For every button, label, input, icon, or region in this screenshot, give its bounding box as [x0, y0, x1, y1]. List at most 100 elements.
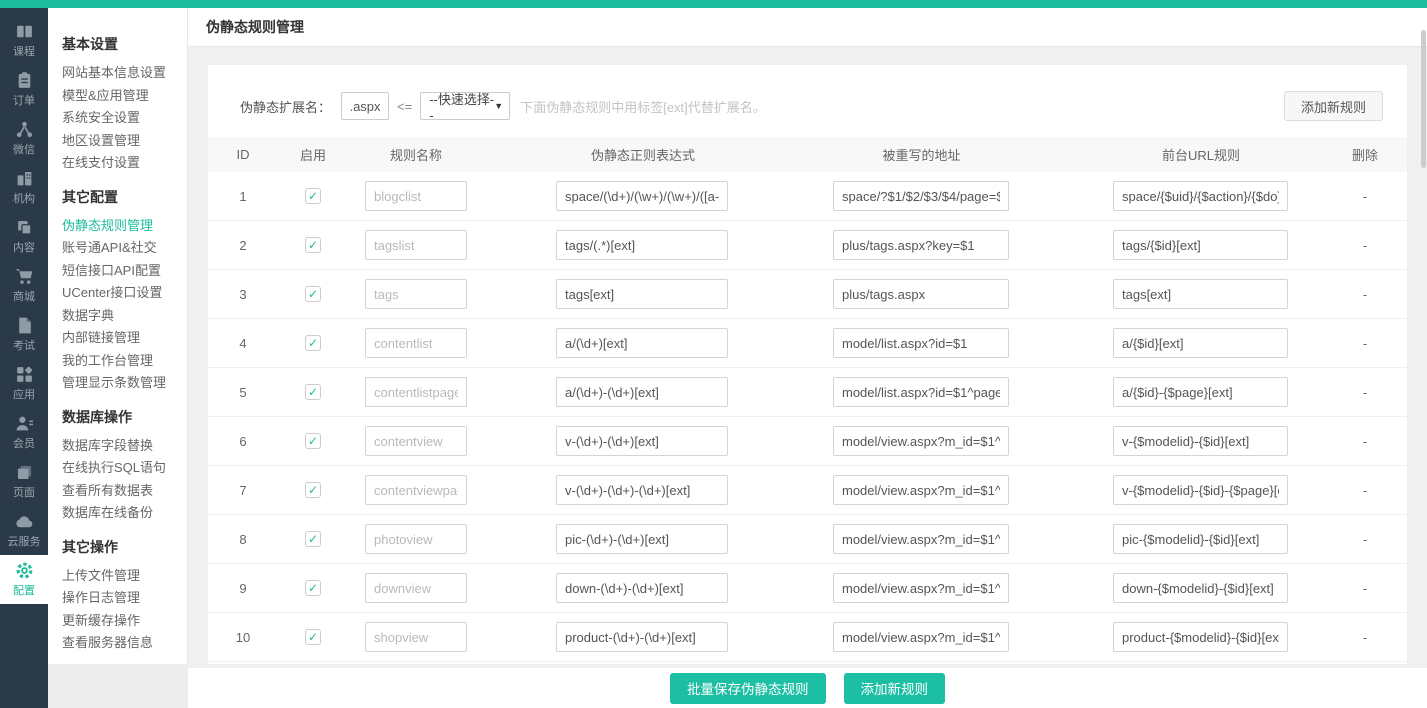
rule-url-input[interactable] — [1113, 230, 1288, 260]
menu-item-account-api-social[interactable]: 账号通API&社交 — [62, 237, 187, 260]
apps-icon — [15, 365, 34, 384]
rule-name-input[interactable] — [365, 230, 467, 260]
rule-regex-input[interactable] — [556, 181, 728, 211]
rule-rewrite-input[interactable] — [833, 622, 1009, 652]
sidebar-item-apps[interactable]: 应用 — [0, 359, 48, 408]
sidebar-item-pages[interactable]: 页面 — [0, 457, 48, 506]
rules-toolbar: 伪静态扩展名： <= --快速选择-- ▼ 下面伪静态规则中用标签[ext]代替… — [208, 65, 1407, 137]
sidebar-item-courses[interactable]: 课程 — [0, 16, 48, 65]
batch-save-button[interactable]: 批量保存伪静态规则 — [670, 673, 826, 704]
add-rule-button-bottom[interactable]: 添加新规则 — [844, 673, 946, 704]
enabled-checkbox[interactable] — [305, 580, 321, 596]
sidebar-item-wechat[interactable]: 微信 — [0, 114, 48, 163]
rule-rewrite-input[interactable] — [833, 181, 1009, 211]
sidebar-item-config[interactable]: 配置 — [0, 555, 48, 604]
rule-url-input[interactable] — [1113, 426, 1288, 456]
menu-item-operation-logs[interactable]: 操作日志管理 — [62, 587, 187, 610]
menu-item-server-info[interactable]: 查看服务器信息 — [62, 632, 187, 655]
rule-url-input[interactable] — [1113, 475, 1288, 505]
enabled-checkbox[interactable] — [305, 286, 321, 302]
menu-item-system-security[interactable]: 系统安全设置 — [62, 107, 187, 130]
rule-url-input[interactable] — [1113, 524, 1288, 554]
sidebar-item-orders[interactable]: 订单 — [0, 65, 48, 114]
rule-regex-input[interactable] — [556, 328, 728, 358]
rule-name-input[interactable] — [365, 328, 467, 358]
menu-item-display-count[interactable]: 管理显示条数管理 — [62, 372, 187, 395]
rule-name-input[interactable] — [365, 377, 467, 407]
rule-url-input[interactable] — [1113, 377, 1288, 407]
rule-rewrite-input[interactable] — [833, 426, 1009, 456]
rule-url-input[interactable] — [1113, 279, 1288, 309]
sidebar-item-cloud-services[interactable]: 云服务 — [0, 506, 48, 555]
rule-rewrite-input[interactable] — [833, 524, 1009, 554]
rule-name-input[interactable] — [365, 573, 467, 603]
menu-item-pseudo-static-rules[interactable]: 伪静态规则管理 — [62, 215, 187, 238]
sidebar-item-mall[interactable]: 商城 — [0, 261, 48, 310]
rule-regex-input[interactable] — [556, 426, 728, 456]
rule-rewrite-input[interactable] — [833, 328, 1009, 358]
menu-item-internal-links[interactable]: 内部链接管理 — [62, 327, 187, 350]
menu-item-db-field-replace[interactable]: 数据库字段替换 — [62, 435, 187, 458]
rule-url-input[interactable] — [1113, 328, 1288, 358]
rule-name-input[interactable] — [365, 279, 467, 309]
rule-name-input[interactable] — [365, 426, 467, 456]
rule-regex-input[interactable] — [556, 230, 728, 260]
menu-item-region-settings[interactable]: 地区设置管理 — [62, 130, 187, 153]
rule-name-input[interactable] — [365, 475, 467, 505]
enabled-checkbox[interactable] — [305, 482, 321, 498]
rule-name-input[interactable] — [365, 524, 467, 554]
enabled-checkbox[interactable] — [305, 629, 321, 645]
rule-regex-input[interactable] — [556, 573, 728, 603]
quick-select-dropdown[interactable]: --快速选择-- ▼ — [420, 92, 510, 120]
sidebar-item-label: 配置 — [13, 582, 35, 598]
rule-name-input[interactable] — [365, 181, 467, 211]
rule-regex-input[interactable] — [556, 279, 728, 309]
rule-url-input[interactable] — [1113, 573, 1288, 603]
menu-item-workbench[interactable]: 我的工作台管理 — [62, 350, 187, 373]
enabled-checkbox[interactable] — [305, 531, 321, 547]
enabled-checkbox[interactable] — [305, 384, 321, 400]
menu-item-model-app[interactable]: 模型&应用管理 — [62, 85, 187, 108]
menu-item-online-payment[interactable]: 在线支付设置 — [62, 152, 187, 175]
rule-name-input[interactable] — [365, 622, 467, 652]
add-rule-button-top[interactable]: 添加新规则 — [1284, 91, 1383, 121]
rule-rewrite-input[interactable] — [833, 279, 1009, 309]
enabled-checkbox[interactable] — [305, 188, 321, 204]
menu-item-view-tables[interactable]: 查看所有数据表 — [62, 480, 187, 503]
menu-item-upload-files[interactable]: 上传文件管理 — [62, 565, 187, 588]
rule-regex-input[interactable] — [556, 377, 728, 407]
enabled-checkbox[interactable] — [305, 433, 321, 449]
delete-placeholder: - — [1323, 630, 1407, 645]
rule-url-input[interactable] — [1113, 622, 1288, 652]
extension-input[interactable] — [341, 92, 389, 120]
menu-item-db-backup[interactable]: 数据库在线备份 — [62, 502, 187, 525]
rule-rewrite-input[interactable] — [833, 573, 1009, 603]
rule-url-input[interactable] — [1113, 181, 1288, 211]
menu-item-sms-api[interactable]: 短信接口API配置 — [62, 260, 187, 283]
enabled-checkbox[interactable] — [305, 237, 321, 253]
rule-id: 9 — [208, 581, 278, 596]
rule-rewrite-input[interactable] — [833, 230, 1009, 260]
rule-rewrite-input[interactable] — [833, 475, 1009, 505]
menu-item-site-basic-info[interactable]: 网站基本信息设置 — [62, 62, 187, 85]
rule-id: 8 — [208, 532, 278, 547]
sidebar-item-exam[interactable]: 考试 — [0, 310, 48, 359]
delete-placeholder: - — [1323, 483, 1407, 498]
menu-item-data-dictionary[interactable]: 数据字典 — [62, 305, 187, 328]
rule-regex-input[interactable] — [556, 524, 728, 554]
col-header-rule-name: 规则名称 — [348, 145, 467, 164]
vertical-scrollbar[interactable] — [1421, 30, 1426, 168]
sidebar-item-organization[interactable]: 机构 — [0, 163, 48, 212]
enabled-checkbox[interactable] — [305, 335, 321, 351]
sidebar-item-members[interactable]: 会员 — [0, 408, 48, 457]
rule-rewrite-input[interactable] — [833, 377, 1009, 407]
sidebar-item-content[interactable]: 内容 — [0, 212, 48, 261]
network-icon — [15, 120, 34, 139]
menu-item-refresh-cache[interactable]: 更新缓存操作 — [62, 610, 187, 633]
menu-item-ucenter[interactable]: UCenter接口设置 — [62, 282, 187, 305]
menu-item-run-sql[interactable]: 在线执行SQL语句 — [62, 457, 187, 480]
sidebar-item-label: 微信 — [13, 141, 35, 157]
rule-regex-input[interactable] — [556, 622, 728, 652]
delete-placeholder: - — [1323, 434, 1407, 449]
rule-regex-input[interactable] — [556, 475, 728, 505]
